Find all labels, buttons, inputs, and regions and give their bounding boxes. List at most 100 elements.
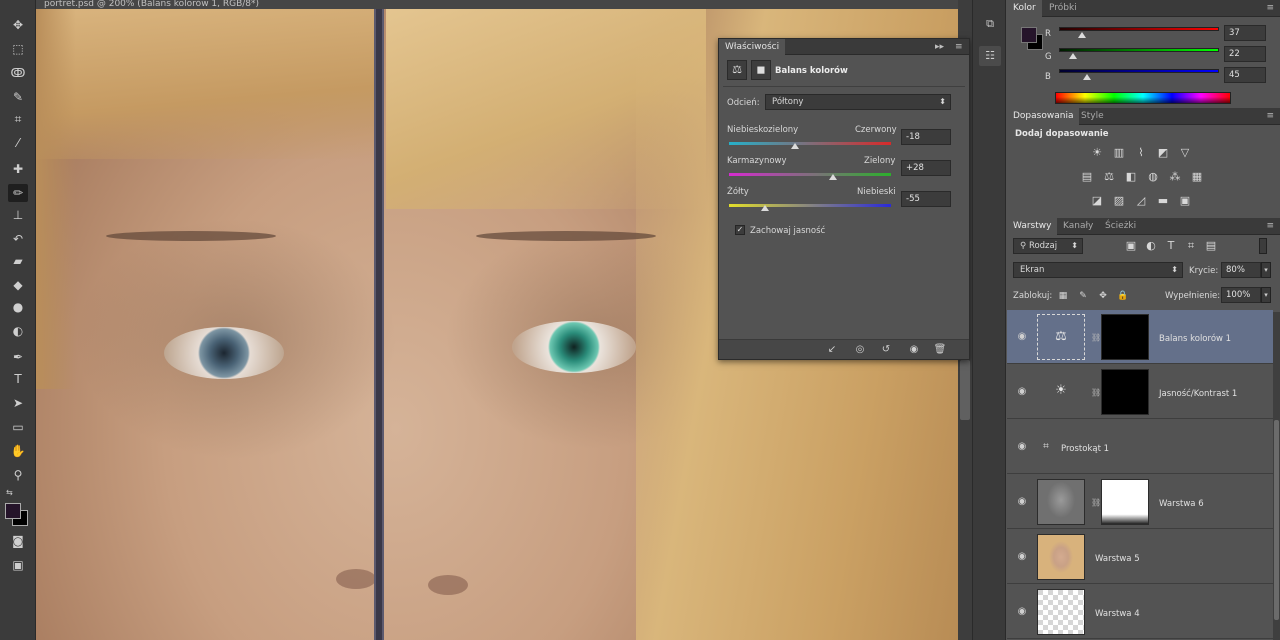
posterize-icon[interactable]: ▨: [1111, 194, 1127, 208]
history-brush-icon[interactable]: ↶: [8, 230, 28, 248]
balance-scale-icon[interactable]: ⚖: [727, 60, 747, 80]
hand-icon[interactable]: ✋: [8, 442, 28, 460]
tab-adjustments[interactable]: Dopasowania: [1007, 108, 1080, 125]
lock-all-icon[interactable]: 🔒: [1115, 289, 1131, 303]
photo-filter-icon[interactable]: ◍: [1145, 170, 1161, 184]
magenta-green-slider[interactable]: [729, 173, 891, 176]
quick-select-icon[interactable]: ✎: [8, 88, 28, 106]
collapse-icon[interactable]: ▸▸: [935, 39, 944, 55]
tab-swatches[interactable]: Próbki: [1043, 0, 1083, 17]
yellow-blue-value[interactable]: -55: [901, 191, 951, 207]
fill-arrow-icon[interactable]: ▾: [1261, 287, 1271, 303]
visibility-eye-icon[interactable]: ◉: [1015, 330, 1029, 344]
channel-r-value[interactable]: 37: [1224, 25, 1266, 41]
cyan-red-slider[interactable]: [729, 142, 891, 145]
filter-toggle[interactable]: [1259, 238, 1267, 254]
lock-position-icon[interactable]: ✥: [1095, 289, 1111, 303]
opacity-input[interactable]: 80%: [1221, 262, 1261, 278]
hue-saturation-icon[interactable]: ▤: [1079, 170, 1095, 184]
type-icon[interactable]: T: [8, 370, 28, 388]
levels-icon[interactable]: ▥: [1111, 146, 1127, 160]
filter-type-icon[interactable]: T: [1163, 239, 1179, 253]
canvas-scrollbar-thumb[interactable]: [960, 360, 970, 420]
gradient-map-icon[interactable]: ▬: [1155, 194, 1171, 208]
vibrance-icon[interactable]: ▽: [1177, 146, 1193, 160]
eyedropper-icon[interactable]: ⁄: [8, 134, 28, 152]
tab-paths[interactable]: Ścieżki: [1099, 218, 1142, 235]
tone-dropdown[interactable]: Półtony ⬍: [765, 94, 951, 110]
foreground-color-swatch[interactable]: [5, 503, 21, 519]
pen-icon[interactable]: ✒: [8, 348, 28, 366]
properties-tab[interactable]: Właściwości: [719, 39, 786, 55]
visibility-eye-icon[interactable]: ◉: [1015, 440, 1029, 454]
screen-mode-icon[interactable]: ▣: [8, 556, 28, 574]
stamp-icon[interactable]: ⊥: [8, 206, 28, 224]
visibility-eye-icon[interactable]: ◉: [1015, 550, 1029, 564]
quick-mask-icon[interactable]: ◙: [8, 532, 28, 550]
magenta-green-value[interactable]: +28: [901, 160, 951, 176]
layers-scrollbar-thumb[interactable]: [1274, 420, 1279, 620]
tab-styles[interactable]: Style: [1075, 108, 1110, 125]
color-balance-icon[interactable]: ⚖: [1101, 170, 1117, 184]
healing-icon[interactable]: ✚: [8, 160, 28, 178]
channel-b-slider[interactable]: [1059, 69, 1219, 73]
layer-row[interactable]: ◉ ⌗ Prostokąt 1: [1007, 420, 1273, 474]
channel-g-thumb[interactable]: [1068, 53, 1077, 59]
layer-row[interactable]: ◉ Warstwa 4: [1007, 585, 1273, 639]
threshold-icon[interactable]: ◿: [1133, 194, 1149, 208]
adjustments-panel-menu-icon[interactable]: ≡: [1266, 108, 1274, 125]
opacity-arrow-icon[interactable]: ▾: [1261, 262, 1271, 278]
layer-filter-dropdown[interactable]: ⚲ Rodzaj ⬍: [1013, 238, 1083, 254]
preserve-luminosity-checkbox[interactable]: ✓: [735, 225, 745, 235]
channel-r-slider[interactable]: [1059, 27, 1219, 31]
channel-g-slider[interactable]: [1059, 48, 1219, 52]
mask-icon[interactable]: ◼: [751, 60, 771, 80]
visibility-eye-icon[interactable]: ◉: [1015, 385, 1029, 399]
lasso-icon[interactable]: ↂ: [8, 64, 28, 82]
bucket-icon[interactable]: ◆: [8, 276, 28, 294]
black-white-icon[interactable]: ◧: [1123, 170, 1139, 184]
color-fg-swatch[interactable]: [1021, 27, 1037, 43]
blend-mode-dropdown[interactable]: Ekran ⬍: [1013, 262, 1183, 278]
color-spectrum[interactable]: [1055, 92, 1231, 104]
lock-pixels-icon[interactable]: ✎: [1075, 289, 1091, 303]
history-panel-icon[interactable]: ⧉: [979, 14, 1001, 34]
cyan-red-slider-thumb[interactable]: [791, 143, 800, 149]
layer-row[interactable]: ◉ ☀ ⛓ Jasność/Kontrast 1: [1007, 365, 1273, 419]
lock-transparent-icon[interactable]: ▦: [1055, 289, 1071, 303]
panel-menu-icon[interactable]: ≡: [955, 39, 963, 55]
yellow-blue-slider-thumb[interactable]: [761, 205, 770, 211]
trash-icon[interactable]: 🗑: [931, 342, 949, 358]
color-panel-menu-icon[interactable]: ≡: [1266, 0, 1274, 17]
filter-smart-icon[interactable]: ▤: [1203, 239, 1219, 253]
curves-icon[interactable]: ⌇: [1133, 146, 1149, 160]
view-previous-icon[interactable]: ◎: [851, 342, 869, 358]
magenta-green-slider-thumb[interactable]: [828, 174, 837, 180]
properties-panel-icon[interactable]: ☷: [979, 46, 1001, 66]
swap-colors-icon[interactable]: ⇆: [6, 488, 13, 497]
marquee-icon[interactable]: ⬚: [8, 40, 28, 58]
blur-icon[interactable]: ●: [8, 298, 28, 316]
document-tab[interactable]: portret.psd @ 200% (Balans kolorów 1, RG…: [36, 0, 958, 9]
eraser-icon[interactable]: ▰: [8, 252, 28, 270]
visibility-eye-icon[interactable]: ◉: [1015, 605, 1029, 619]
channel-g-value[interactable]: 22: [1224, 46, 1266, 62]
dodge-icon[interactable]: ◐: [8, 322, 28, 340]
cyan-red-value[interactable]: -18: [901, 129, 951, 145]
filter-pixel-icon[interactable]: ▣: [1123, 239, 1139, 253]
layer-row[interactable]: ◉ ⛓ Warstwa 6: [1007, 475, 1273, 529]
tab-color[interactable]: Kolor: [1007, 0, 1042, 17]
path-select-icon[interactable]: ➤: [8, 394, 28, 412]
color-lookup-icon[interactable]: ▦: [1189, 170, 1205, 184]
invert-icon[interactable]: ◪: [1089, 194, 1105, 208]
move-icon[interactable]: ✥: [8, 16, 28, 34]
channel-r-thumb[interactable]: [1078, 32, 1087, 38]
layer-row[interactable]: ◉ Warstwa 5: [1007, 530, 1273, 584]
fill-input[interactable]: 100%: [1221, 287, 1261, 303]
visibility-eye-icon[interactable]: ◉: [1015, 495, 1029, 509]
filter-shape-icon[interactable]: ⌗: [1183, 239, 1199, 253]
exposure-icon[interactable]: ◩: [1155, 146, 1171, 160]
layer-row[interactable]: ◉ ⚖ ⛓ Balans kolorów 1: [1007, 310, 1273, 364]
clip-to-layer-icon[interactable]: ↙: [823, 342, 841, 358]
channel-mixer-icon[interactable]: ⁂: [1167, 170, 1183, 184]
